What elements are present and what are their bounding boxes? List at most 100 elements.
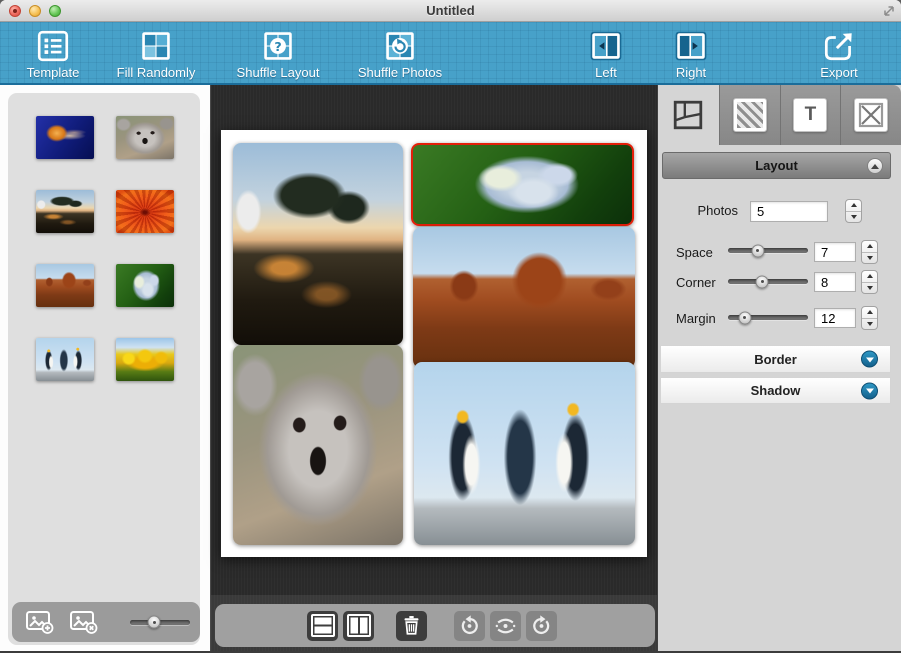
photo-sidebar <box>0 85 210 653</box>
split-horizontal-button[interactable] <box>307 611 338 641</box>
layout-section-header[interactable]: Layout <box>662 152 891 179</box>
thumbnail-lighthouse-coast[interactable] <box>36 190 94 233</box>
split-horizontal-icon <box>310 613 336 638</box>
split-vertical-button[interactable] <box>343 611 374 641</box>
shuffle-layout-label: Shuffle Layout <box>233 65 323 80</box>
right-panel-icon <box>646 27 736 64</box>
remove-image-icon <box>69 610 99 635</box>
border-section-title: Border <box>754 352 797 367</box>
sidebar-toolbar <box>12 602 200 642</box>
collage-photo-monument-valley[interactable] <box>413 227 635 368</box>
margin-label: Margin <box>676 311 716 326</box>
thumbnail-koala[interactable] <box>116 116 174 159</box>
shuffle-photos-button[interactable]: Shuffle Photos <box>355 27 445 80</box>
photos-label: Photos <box>658 203 738 218</box>
thumbnail-zoom-knob[interactable] <box>148 616 161 629</box>
thumbnail-zoom-slider[interactable] <box>130 620 190 625</box>
layout-tab-icon <box>672 99 704 131</box>
thumbnail-red-flower[interactable] <box>116 190 174 233</box>
thumbnail-jellyfish[interactable] <box>36 116 94 159</box>
collapse-layout-button[interactable] <box>867 158 883 174</box>
titlebar: Untitled <box>0 0 901 22</box>
margin-stepper[interactable] <box>861 306 878 330</box>
add-photos-button[interactable] <box>25 609 55 635</box>
thumbnail-monument-valley[interactable] <box>36 264 94 307</box>
margin-slider[interactable] <box>728 315 808 320</box>
text-tab-icon: T <box>793 98 827 132</box>
photo-list-panel <box>8 93 200 645</box>
margin-field[interactable] <box>814 308 856 328</box>
resize-icon[interactable] <box>882 4 896 23</box>
template-label: Template <box>8 65 98 80</box>
collage-photo-lighthouse-coast[interactable] <box>233 143 403 345</box>
corner-field[interactable] <box>814 272 856 292</box>
collage-canvas <box>210 85 658 653</box>
thumbnail-yellow-tulips[interactable] <box>116 338 174 381</box>
app-window: Untitled Template <box>0 0 901 653</box>
tab-background[interactable] <box>719 85 780 145</box>
collage-page[interactable] <box>221 130 647 557</box>
shuffle-layout-icon: ? <box>233 27 323 64</box>
flip-vertical-button[interactable] <box>490 611 521 641</box>
window-title: Untitled <box>0 3 901 18</box>
left-panel-icon <box>561 27 651 64</box>
expand-border-button[interactable] <box>861 351 878 368</box>
shuffle-photos-label: Shuffle Photos <box>355 65 445 80</box>
tab-clear[interactable] <box>840 85 901 145</box>
rotate-right-button[interactable] <box>526 611 557 641</box>
tab-text[interactable]: T <box>780 85 841 145</box>
template-button[interactable]: Template <box>8 27 98 80</box>
rotate-right-icon <box>528 613 555 639</box>
corner-label: Corner <box>676 275 716 290</box>
export-label: Export <box>794 65 884 80</box>
shuffle-photos-icon <box>355 27 445 64</box>
collage-photo-hydrangea-selected[interactable] <box>411 143 634 226</box>
photos-count-field[interactable] <box>750 201 828 222</box>
space-knob[interactable] <box>751 244 764 257</box>
split-vertical-icon <box>346 613 372 638</box>
left-panel-button[interactable]: Left <box>561 27 651 80</box>
thumbnail-hydrangea[interactable] <box>116 264 174 307</box>
delete-photo-button[interactable] <box>396 611 427 641</box>
shadow-section-title: Shadow <box>751 383 801 398</box>
add-image-icon <box>25 610 55 635</box>
fill-randomly-label: Fill Randomly <box>111 65 201 80</box>
space-stepper[interactable] <box>861 240 878 264</box>
collage-photo-koala[interactable] <box>233 345 403 545</box>
tab-layout[interactable] <box>658 85 719 145</box>
thumbnail-grid <box>8 93 200 381</box>
main-area: T Layout Photos <box>0 85 901 653</box>
rotate-left-button[interactable] <box>454 611 485 641</box>
space-slider[interactable] <box>728 248 808 253</box>
inspector-tabs: T <box>658 85 901 145</box>
space-label: Space <box>676 245 713 260</box>
border-section-header[interactable]: Border <box>660 345 891 373</box>
collage-photo-penguins[interactable] <box>414 362 635 545</box>
expand-shadow-button[interactable] <box>861 382 878 399</box>
clear-tab-icon <box>854 98 888 132</box>
trash-icon <box>398 613 425 639</box>
right-panel-button[interactable]: Right <box>646 27 736 80</box>
thumbnail-penguins[interactable] <box>36 338 94 381</box>
export-icon <box>794 27 884 64</box>
space-field[interactable] <box>814 242 856 262</box>
corner-stepper[interactable] <box>861 270 878 294</box>
remove-photos-button[interactable] <box>69 609 99 635</box>
template-icon <box>8 27 98 64</box>
shuffle-layout-button[interactable]: ? Shuffle Layout <box>233 27 323 80</box>
shadow-section-header[interactable]: Shadow <box>660 377 891 404</box>
corner-slider[interactable] <box>728 279 808 284</box>
svg-text:?: ? <box>274 38 281 53</box>
photos-stepper[interactable] <box>845 199 862 223</box>
layout-section-title: Layout <box>755 158 798 173</box>
right-panel-label: Right <box>646 65 736 80</box>
canvas-toolbar <box>215 604 655 647</box>
left-panel-label: Left <box>561 65 651 80</box>
fill-randomly-icon <box>111 27 201 64</box>
flip-vertical-icon <box>492 613 519 639</box>
fill-randomly-button[interactable]: Fill Randomly <box>111 27 201 80</box>
margin-knob[interactable] <box>738 311 751 324</box>
export-button[interactable]: Export <box>794 27 884 80</box>
background-tab-icon <box>733 98 767 132</box>
corner-knob[interactable] <box>756 275 769 288</box>
